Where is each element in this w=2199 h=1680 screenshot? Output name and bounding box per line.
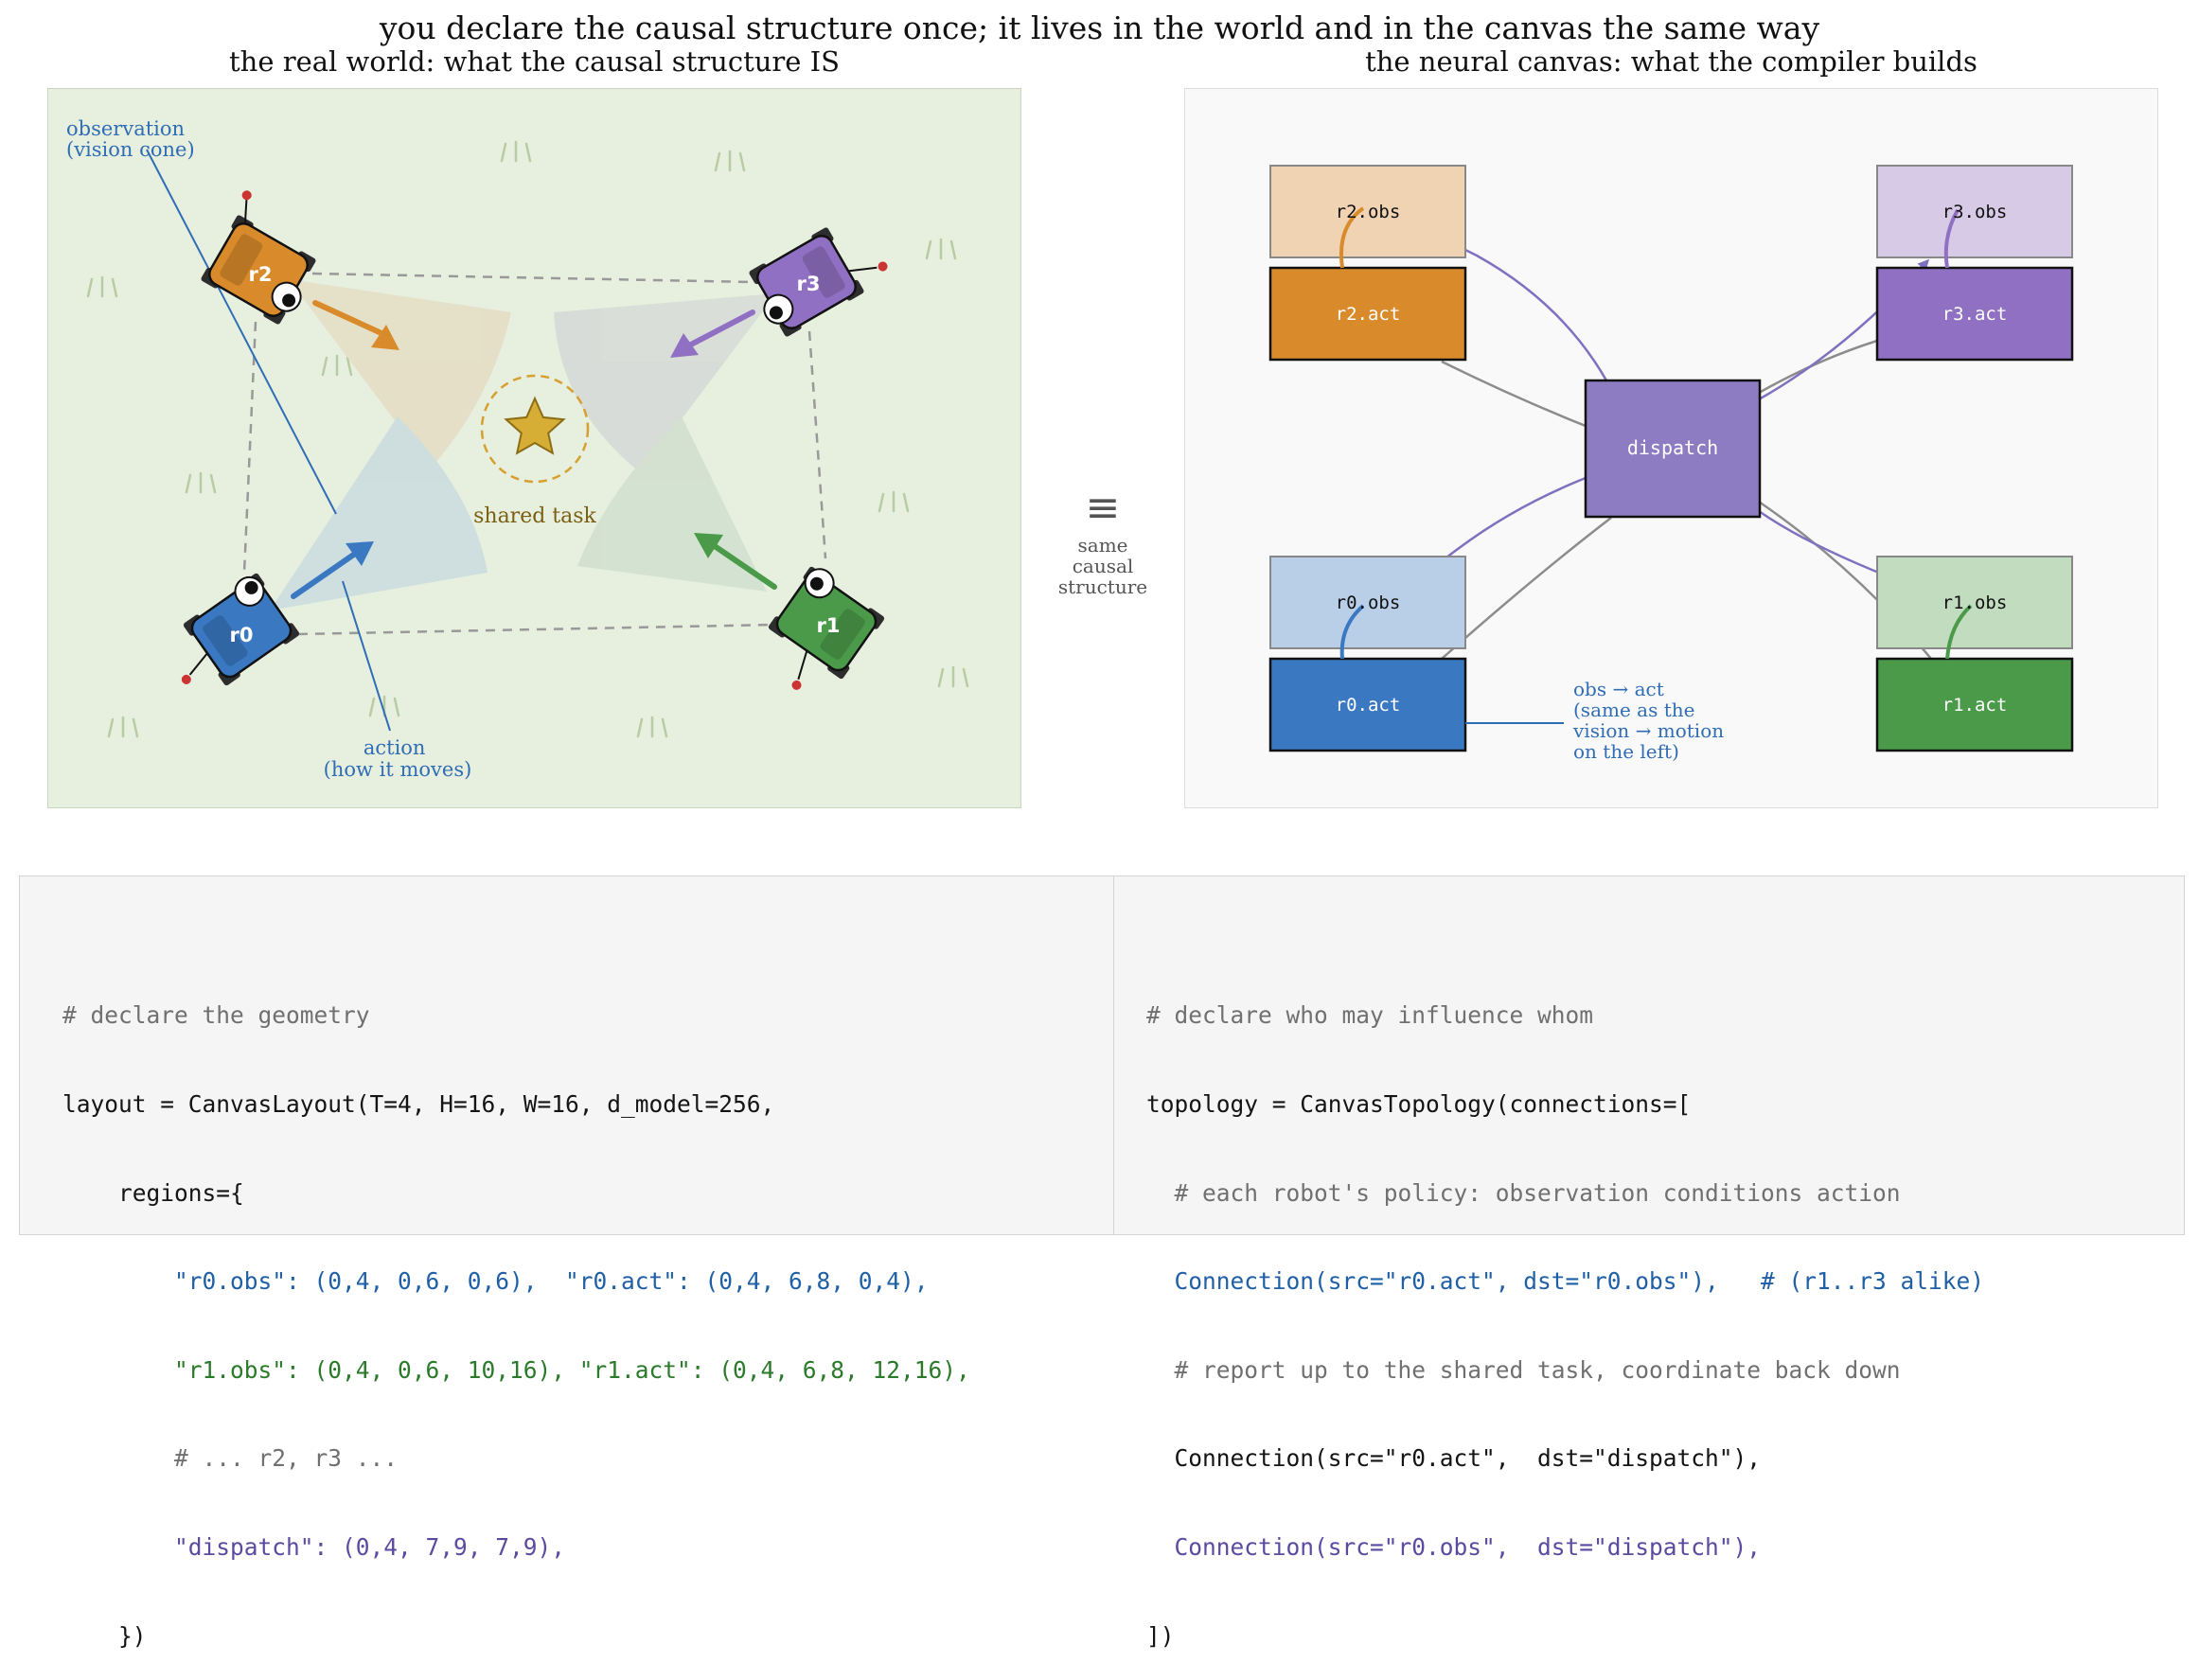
code-line: Connection(src="r0.act", dst="dispatch")…	[1146, 1444, 1762, 1473]
robot-r3-label: r3	[797, 273, 821, 295]
label-r1-act: r1.act	[1942, 695, 2008, 716]
code-line: "r0.obs": (0,4, 0,6, 0,6), "r0.act": (0,…	[62, 1267, 929, 1296]
code-line: regions={	[62, 1178, 244, 1207]
equivalence-caption: ≡ same causal structure	[1051, 484, 1155, 598]
label-r2-act: r2.act	[1336, 304, 1401, 325]
robot-r0	[181, 573, 300, 686]
observation-label: observation (vision cone)	[66, 117, 195, 161]
observation-pointer	[146, 149, 337, 515]
code-line: ])	[1146, 1621, 1175, 1650]
code-divider	[1113, 875, 1114, 1235]
code-line: # declare the geometry	[62, 1001, 370, 1030]
action-label: action (how it moves)	[324, 736, 472, 781]
code-line: topology = CanvasTopology(connections=[	[1146, 1090, 1692, 1118]
shared-task-label: shared task	[473, 504, 596, 528]
label-r0-act: r0.act	[1336, 695, 1401, 716]
code-line: # declare who may influence whom	[1146, 1001, 1594, 1030]
diagram-svg: shared task observation (vision cone) ac…	[66, 117, 2074, 781]
code-line: Connection(src="r0.act", dst="r0.obs"), …	[1146, 1267, 1985, 1296]
robot-r2-label: r2	[249, 263, 273, 286]
label-r0-obs: r0.obs	[1336, 592, 1401, 613]
equivalence-line-2: causal	[1072, 555, 1134, 577]
label-r3-obs: r3.obs	[1942, 202, 2008, 222]
robot-r1-label: r1	[817, 614, 841, 637]
action-pointer	[342, 580, 391, 732]
code-line: # each robot's policy: observation condi…	[1146, 1178, 1901, 1207]
label-r1-obs: r1.obs	[1942, 592, 2008, 613]
equivalence-icon: ≡	[1085, 484, 1121, 532]
equivalence-line-1: same	[1077, 534, 1128, 557]
label-dispatch: dispatch	[1627, 436, 1718, 459]
code-line: })	[62, 1621, 147, 1650]
code-block-topology: # declare who may influence whom topolog…	[1146, 942, 1984, 1680]
code-block-layout: # declare the geometry layout = CanvasLa…	[62, 942, 970, 1680]
robot-r0-label: r0	[230, 624, 254, 646]
label-r3-act: r3.act	[1942, 304, 2008, 325]
label-r2-obs: r2.obs	[1336, 202, 1401, 222]
code-line: Connection(src="r0.obs", dst="dispatch")…	[1146, 1532, 1762, 1561]
code-line: # report up to the shared task, coordina…	[1146, 1355, 1901, 1384]
code-line: layout = CanvasLayout(T=4, H=16, W=16, d…	[62, 1090, 775, 1118]
code-line: "dispatch": (0,4, 7,9, 7,9),	[62, 1532, 566, 1561]
code-line: "r1.obs": (0,4, 0,6, 10,16), "r1.act": (…	[62, 1355, 970, 1384]
equivalence-line-3: structure	[1057, 575, 1148, 598]
shared-task	[480, 374, 590, 484]
obs-act-annotation: obs → act (same as the vision → motion o…	[1572, 678, 1729, 763]
star-icon	[504, 396, 566, 455]
code-line: # ... r2, r3 ...	[62, 1444, 399, 1473]
